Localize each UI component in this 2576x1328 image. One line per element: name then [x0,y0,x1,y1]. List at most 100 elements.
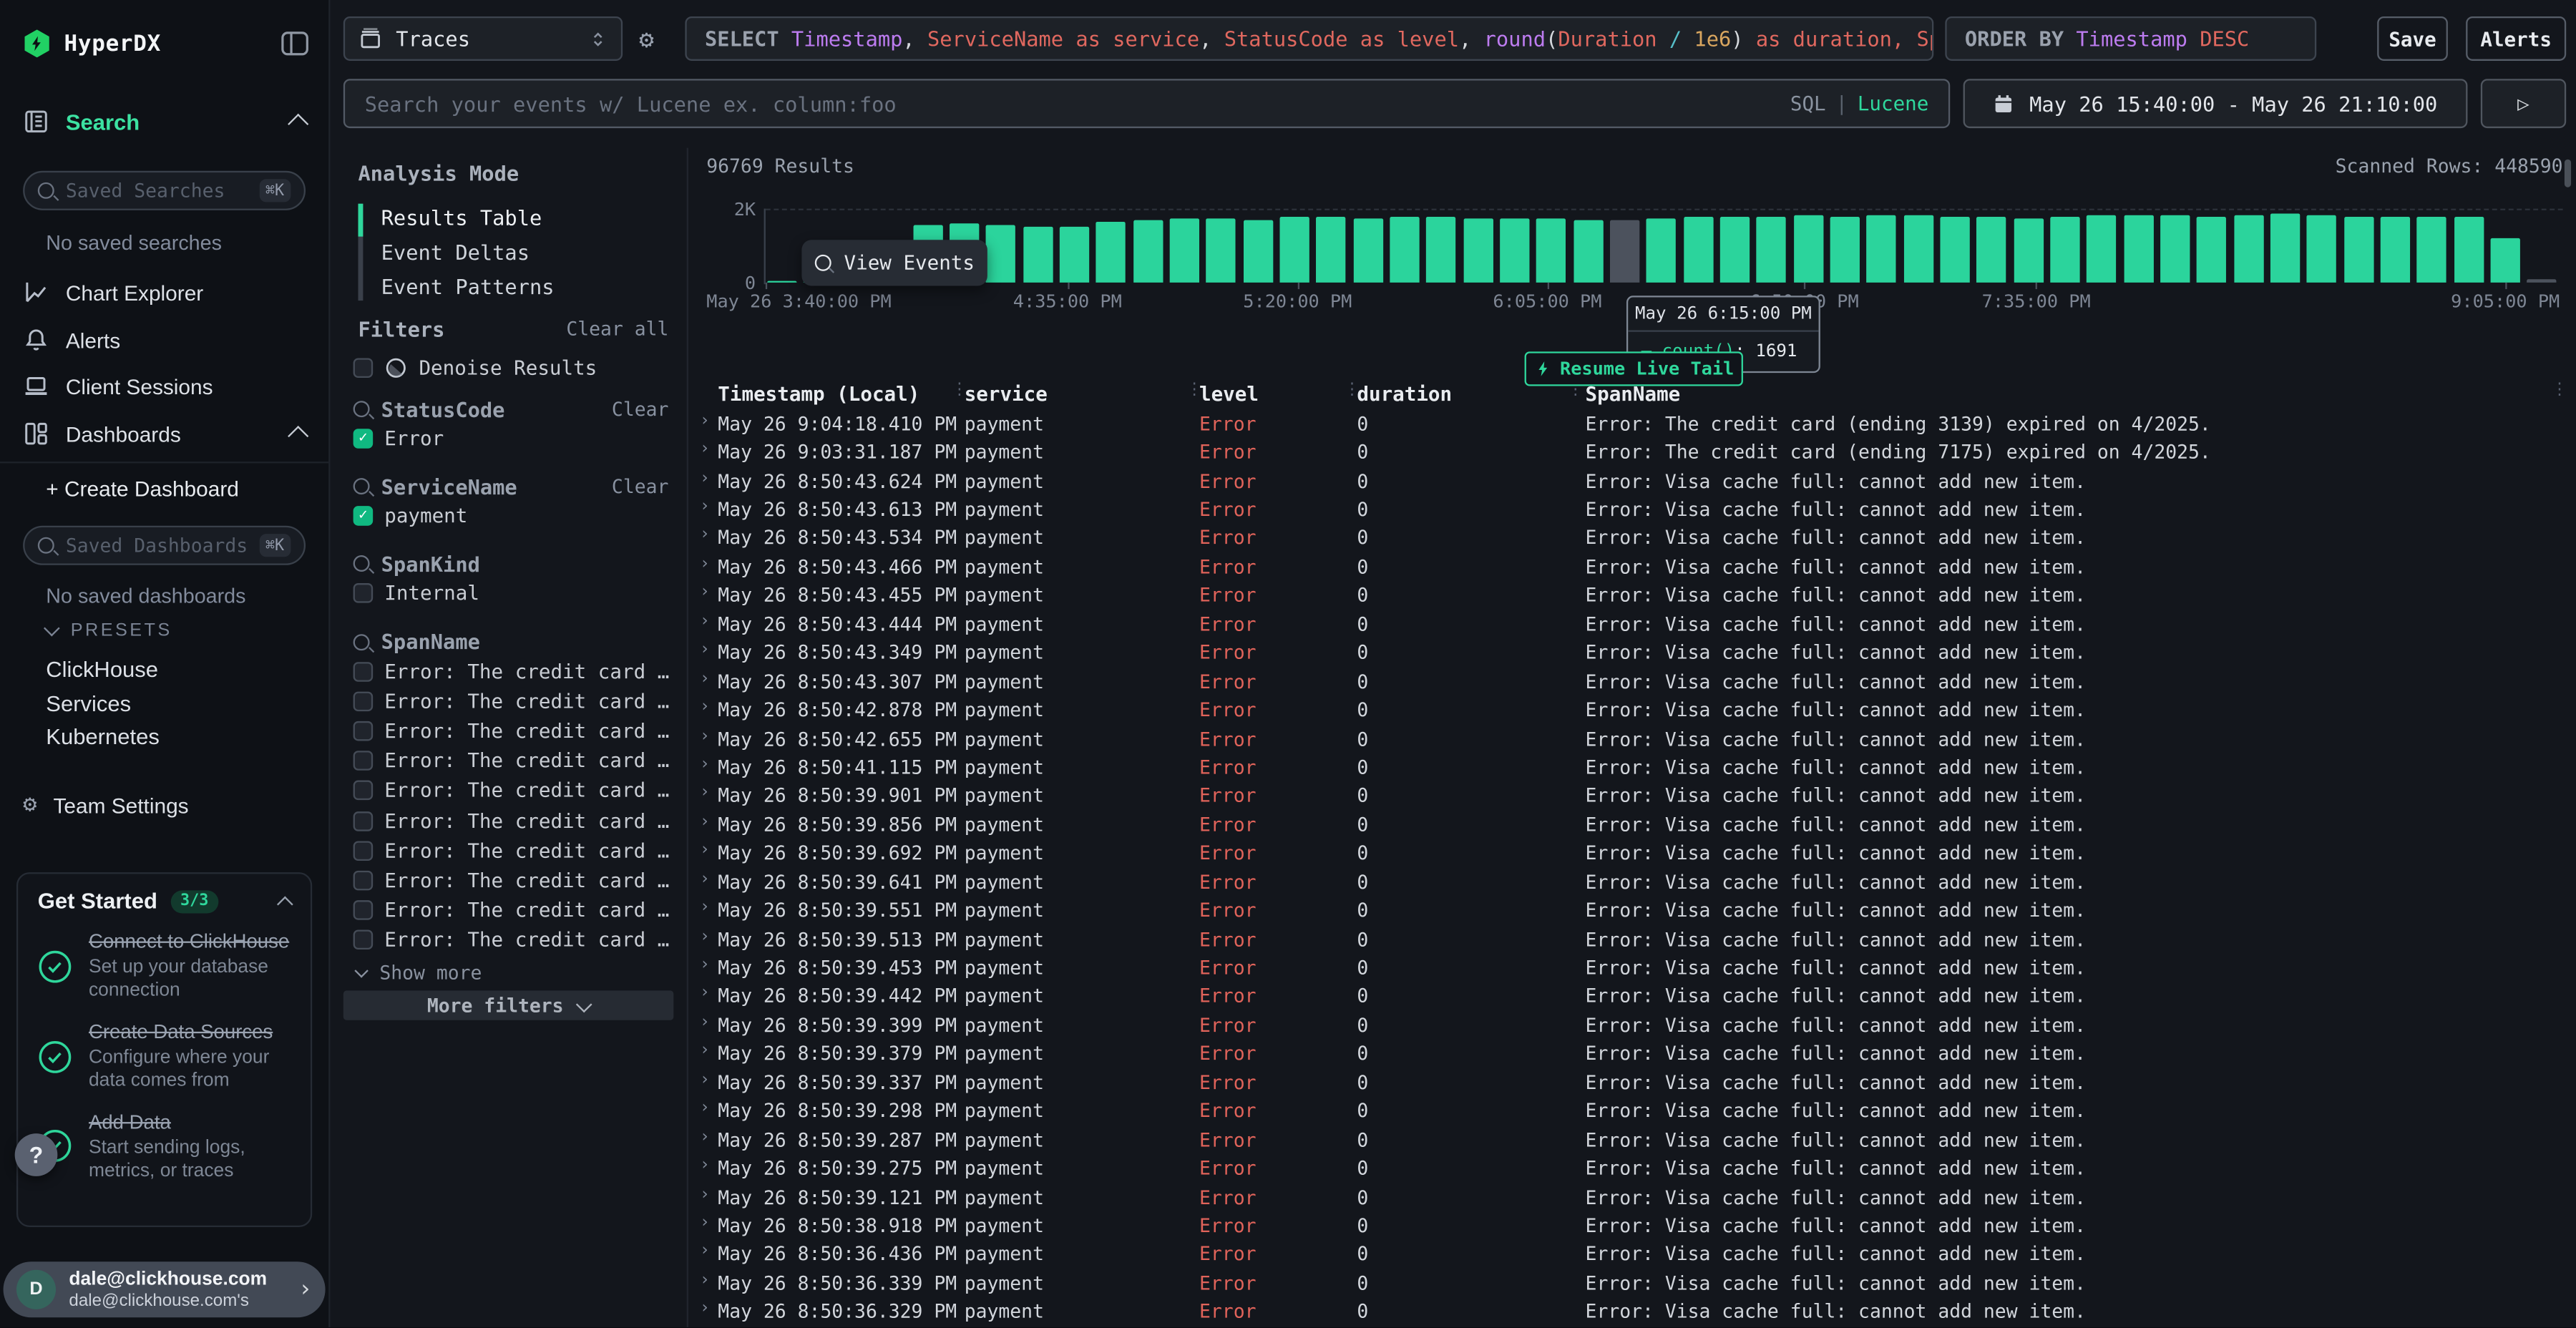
checkbox-unchecked[interactable] [353,811,374,831]
saved-dashboards-input[interactable]: Saved Dashboards ⌘K [23,526,306,565]
row-expand-chevron[interactable]: › [700,1186,710,1204]
checkbox-unchecked[interactable] [353,751,374,771]
row-expand-chevron[interactable]: › [700,727,710,745]
filter-option[interactable]: ✓Error [353,424,672,454]
table-row[interactable]: ›May 26 8:50:39.856 PMpaymentError0Error… [688,810,2576,839]
filter-option[interactable]: Error: The credit card … [353,836,672,866]
filter-option[interactable]: Error: The credit card … [353,776,672,806]
clear-all-link[interactable]: Clear all [566,317,668,341]
table-row[interactable]: ›May 26 8:50:39.513 PMpaymentError0Error… [688,924,2576,953]
row-expand-chevron[interactable]: › [700,441,710,459]
checkbox-unchecked[interactable] [353,691,374,711]
show-more-link[interactable]: Show more [353,959,672,988]
row-expand-chevron[interactable]: › [700,1042,710,1060]
sidebar-item-alerts[interactable]: Alerts [23,327,306,353]
filter-option[interactable]: Internal [353,579,672,609]
filter-option[interactable]: Error: The credit card … [353,925,672,955]
sidebar-item-preset[interactable]: Kubernetes [46,721,312,755]
sidebar-item-client-sessions[interactable]: Client Sessions [23,373,306,399]
row-expand-chevron[interactable]: › [700,899,710,917]
table-row[interactable]: ›May 26 8:50:39.337 PMpaymentError0Error… [688,1068,2576,1096]
more-filters-button[interactable]: More filters [343,990,673,1020]
save-button[interactable]: Save [2377,16,2448,61]
table-row[interactable]: ›May 26 8:50:43.444 PMpaymentError0Error… [688,610,2576,638]
sidebar-item-dashboards[interactable]: Dashboards [23,421,306,447]
checkbox-unchecked[interactable] [353,930,374,950]
checkbox-checked[interactable]: ✓ [353,507,374,527]
table-row[interactable]: ›May 26 8:50:41.115 PMpaymentError0Error… [688,753,2576,781]
filter-option[interactable]: ✓payment [353,502,672,532]
column-resize-handle[interactable]: ⋮ [1344,381,1360,399]
checkbox-unchecked[interactable] [353,584,374,604]
checkbox-unchecked[interactable] [353,721,374,741]
table-row[interactable]: ›May 26 9:03:31.187 PMpaymentError0Error… [688,438,2576,467]
tab-event-patterns[interactable]: Event Patterns [358,270,674,304]
table-row[interactable]: ›May 26 8:50:36.329 PMpaymentError0Error… [688,1297,2576,1326]
checkbox-unchecked[interactable] [353,661,374,681]
get-started-item[interactable]: Add DataStart sending logs, metrics, or … [38,1110,291,1183]
table-row[interactable]: ›May 26 8:50:43.307 PMpaymentError0Error… [688,667,2576,695]
table-row[interactable]: ›May 26 8:50:39.641 PMpaymentError0Error… [688,867,2576,896]
col-header-level[interactable]: level [1193,382,1350,405]
sidebar-item-team-settings[interactable]: ⚙ Team Settings [23,792,188,819]
row-expand-chevron[interactable]: › [700,698,710,716]
row-expand-chevron[interactable]: › [700,1300,710,1318]
row-expand-chevron[interactable]: › [700,927,710,945]
col-header-timestamp[interactable]: Timestamp (Local) [688,382,958,405]
table-row[interactable]: ›May 26 8:50:39.551 PMpaymentError0Error… [688,896,2576,924]
row-expand-chevron[interactable]: › [700,469,710,487]
filter-clear-link[interactable]: Clear [612,398,668,421]
column-resize-handle[interactable]: ⋮ [951,381,967,399]
table-row[interactable]: ›May 26 8:50:39.399 PMpaymentError0Error… [688,1010,2576,1039]
sidebar-item-preset[interactable]: ClickHouse [46,654,312,688]
row-expand-chevron[interactable]: › [700,612,710,630]
lang-lucene-toggle[interactable]: Lucene [1858,92,1929,115]
row-expand-chevron[interactable]: › [700,584,710,602]
row-expand-chevron[interactable]: › [700,870,710,888]
row-expand-chevron[interactable]: › [700,784,710,802]
row-expand-chevron[interactable]: › [700,670,710,688]
table-row[interactable]: ›May 26 8:50:39.121 PMpaymentError0Error… [688,1183,2576,1211]
search-input[interactable]: Search your events w/ Lucene ex. column:… [343,79,1950,128]
filter-option[interactable]: Error: The credit card … [353,686,672,716]
alerts-button[interactable]: Alerts [2466,16,2566,61]
filter-option[interactable]: Error: The credit card … [353,656,672,686]
row-expand-chevron[interactable]: › [700,412,710,430]
date-range-picker[interactable]: May 26 15:40:00 - May 26 21:10:00 [1963,79,2468,128]
get-started-item[interactable]: Create Data SourcesConfigure where your … [38,1020,291,1093]
table-row[interactable]: ›May 26 8:50:43.455 PMpaymentError0Error… [688,581,2576,610]
checkbox-unchecked[interactable] [353,901,374,921]
table-row[interactable]: ›May 26 8:50:39.692 PMpaymentError0Error… [688,839,2576,867]
row-expand-chevron[interactable]: › [700,1128,710,1146]
row-expand-chevron[interactable]: › [700,956,710,974]
row-expand-chevron[interactable]: › [700,813,710,831]
table-row[interactable]: ›May 26 8:50:42.878 PMpaymentError0Error… [688,695,2576,724]
get-started-header[interactable]: Get Started 3/3 [38,889,291,913]
filter-clear-link[interactable]: Clear [612,475,668,498]
table-row[interactable]: ›May 26 8:50:36.436 PMpaymentError0Error… [688,1240,2576,1269]
sql-orderby-editor[interactable]: ORDER BY Timestamp DESC [1945,16,2316,61]
row-expand-chevron[interactable]: › [700,841,710,859]
tab-event-deltas[interactable]: Event Deltas [358,235,674,269]
checkbox-unchecked[interactable] [353,841,374,861]
get-started-item[interactable]: Connect to ClickHouseSet up your databas… [38,929,291,1003]
user-menu[interactable]: D dale@clickhouse.com dale@clickhouse.co… [4,1261,326,1317]
filter-option[interactable]: Error: The credit card … [353,866,672,896]
row-expand-chevron[interactable]: › [700,756,710,773]
table-row[interactable]: ›May 26 8:50:39.379 PMpaymentError0Error… [688,1039,2576,1068]
run-query-button[interactable]: ▷ [2481,79,2566,128]
checkbox-unchecked[interactable] [353,781,374,801]
help-button[interactable]: ? [15,1133,58,1176]
row-expand-chevron[interactable]: › [700,1013,710,1031]
row-expand-chevron[interactable]: › [700,985,710,1002]
row-expand-chevron[interactable]: › [700,1214,710,1232]
sidebar-item-preset[interactable]: Services [46,688,312,721]
source-settings-gear-icon[interactable]: ⚙ [639,24,654,54]
row-expand-chevron[interactable]: › [700,1271,710,1289]
table-row[interactable]: ›May 26 8:50:43.534 PMpaymentError0Error… [688,524,2576,552]
table-row[interactable]: ›May 26 8:50:36.339 PMpaymentError0Error… [688,1269,2576,1297]
row-expand-chevron[interactable]: › [700,1157,710,1175]
table-row[interactable]: ›May 26 9:04:18.410 PMpaymentError0Error… [688,409,2576,438]
table-row[interactable]: ›May 26 8:50:42.655 PMpaymentError0Error… [688,724,2576,753]
filter-option[interactable]: Error: The credit card … [353,746,672,776]
